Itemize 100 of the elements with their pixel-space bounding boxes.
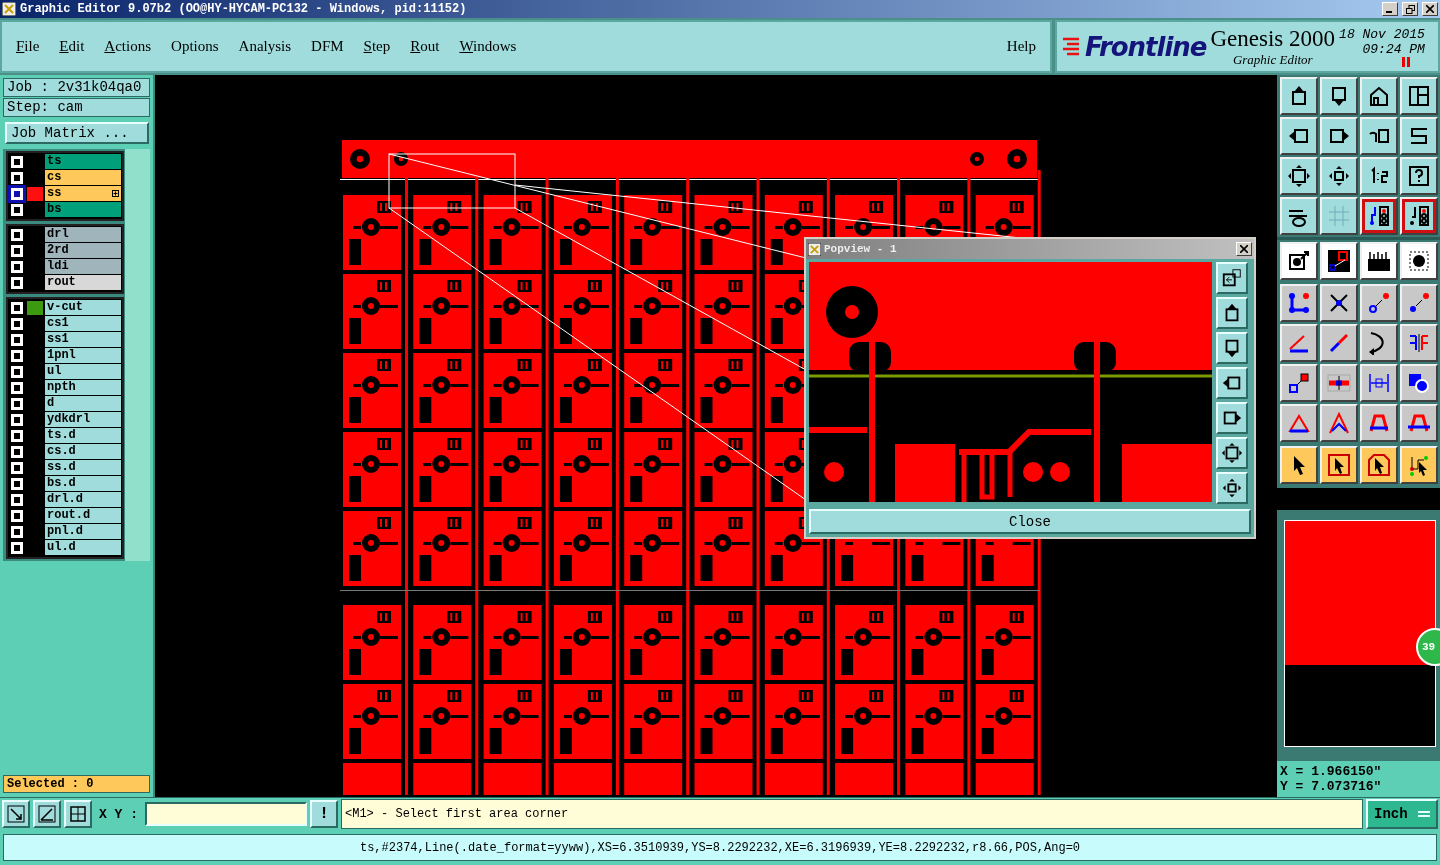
- close-button[interactable]: [1236, 242, 1252, 256]
- toolbar-button[interactable]: [1360, 364, 1398, 402]
- view-tool-button[interactable]: [1216, 402, 1248, 434]
- toolbar-button[interactable]: [1400, 364, 1438, 402]
- toolbar-button[interactable]: [1400, 404, 1438, 442]
- restore-button[interactable]: [1402, 2, 1418, 16]
- toolbar-button[interactable]: [1400, 284, 1438, 322]
- layer-name[interactable]: ts.d: [45, 428, 121, 443]
- layer-name[interactable]: 1pnl: [45, 348, 121, 363]
- toolbar-button[interactable]: [1400, 77, 1438, 115]
- close-button[interactable]: Close: [809, 509, 1251, 534]
- toolbar-button[interactable]: [1320, 242, 1358, 280]
- layer-name[interactable]: ss1: [45, 332, 121, 347]
- close-button[interactable]: [1422, 2, 1438, 16]
- toolbar-button[interactable]: [1280, 284, 1318, 322]
- menu-item[interactable]: Analysis: [238, 38, 292, 55]
- layer-name[interactable]: pnl.d: [45, 524, 121, 539]
- toolbar-button[interactable]: [1360, 117, 1398, 155]
- layer-name[interactable]: ldi: [45, 259, 121, 274]
- menu-item[interactable]: Rout: [410, 38, 440, 55]
- layer-name[interactable]: rout.d: [45, 508, 121, 523]
- work-layer-marker[interactable]: [11, 334, 23, 346]
- work-layer-marker[interactable]: [11, 382, 23, 394]
- toolbar-button[interactable]: [1320, 364, 1358, 402]
- minimize-button[interactable]: [1382, 2, 1398, 16]
- grid-button[interactable]: [64, 800, 92, 828]
- toolbar-button[interactable]: [1320, 157, 1358, 195]
- menu-item[interactable]: File: [16, 38, 40, 55]
- layer-name[interactable]: ydkdrl: [45, 412, 121, 427]
- graphics-canvas[interactable]: Popview - 1 Close: [155, 75, 1277, 797]
- toolbar-button[interactable]: [1320, 117, 1358, 155]
- view-tool-button[interactable]: [1216, 472, 1248, 504]
- toolbar-button[interactable]: [1360, 446, 1398, 484]
- work-layer-marker[interactable]: [11, 414, 23, 426]
- view-tool-button[interactable]: [1216, 437, 1248, 469]
- toolbar-button[interactable]: [1360, 197, 1398, 235]
- toolbar-button[interactable]: [1280, 404, 1318, 442]
- angle-button[interactable]: [33, 800, 61, 828]
- layer-name[interactable]: bs.d: [45, 476, 121, 491]
- layer-name[interactable]: cs: [45, 170, 121, 185]
- work-layer-marker[interactable]: [11, 350, 23, 362]
- layer-name[interactable]: 2rd: [45, 243, 121, 258]
- toolbar-button[interactable]: [1360, 324, 1398, 362]
- toolbar-button[interactable]: [1360, 157, 1398, 195]
- units-dropdown[interactable]: Inch: [1366, 799, 1438, 829]
- toolbar-button[interactable]: [1280, 197, 1318, 235]
- layer-name[interactable]: d: [45, 396, 121, 411]
- work-layer-marker[interactable]: [11, 446, 23, 458]
- toolbar-button[interactable]: [1320, 197, 1358, 235]
- toolbar-button[interactable]: [1320, 446, 1358, 484]
- toolbar-button[interactable]: [1280, 242, 1318, 280]
- work-layer-marker[interactable]: [11, 204, 23, 216]
- toolbar-button[interactable]: [1360, 404, 1398, 442]
- toolbar-button[interactable]: [1400, 446, 1438, 484]
- toolbar-button[interactable]: [1280, 157, 1318, 195]
- menu-item[interactable]: Edit: [59, 38, 85, 55]
- view-tool-button[interactable]: [1216, 332, 1248, 364]
- work-layer-marker[interactable]: [11, 494, 23, 506]
- toolbar-button[interactable]: [1360, 77, 1398, 115]
- layer-name[interactable]: ul: [45, 364, 121, 379]
- layer-name[interactable]: drl: [45, 227, 121, 242]
- work-layer-marker[interactable]: [11, 462, 23, 474]
- layer-name[interactable]: npth: [45, 380, 121, 395]
- view-tool-button[interactable]: [1216, 367, 1248, 399]
- layer-name[interactable]: rout: [45, 275, 121, 290]
- toolbar-button[interactable]: [1400, 324, 1438, 362]
- work-layer-marker[interactable]: [11, 172, 23, 184]
- view-tool-button[interactable]: [1216, 297, 1248, 329]
- xy-input-field[interactable]: [145, 802, 307, 826]
- work-layer-marker[interactable]: [11, 430, 23, 442]
- layer-name[interactable]: v-cut: [45, 300, 121, 315]
- layer-name[interactable]: ss.d: [45, 460, 121, 475]
- work-layer-marker[interactable]: [11, 398, 23, 410]
- work-layer-marker[interactable]: [11, 366, 23, 378]
- menu-item[interactable]: Actions: [104, 38, 152, 55]
- layer-name[interactable]: drl.d: [45, 492, 121, 507]
- menu-item[interactable]: Options: [171, 38, 219, 55]
- toolbar-button[interactable]: [1280, 364, 1318, 402]
- work-layer-marker[interactable]: [11, 510, 23, 522]
- toolbar-button[interactable]: [1400, 157, 1438, 195]
- menu-item[interactable]: Help: [1006, 38, 1036, 55]
- toolbar-button[interactable]: [1400, 117, 1438, 155]
- toolbar-button[interactable]: [1400, 197, 1438, 235]
- toolbar-button[interactable]: [1280, 117, 1318, 155]
- menu-item[interactable]: Step: [363, 38, 391, 55]
- toolbar-button[interactable]: [1360, 284, 1398, 322]
- toolbar-button[interactable]: [1280, 77, 1318, 115]
- alert-button[interactable]: !: [310, 800, 338, 828]
- view-tool-button[interactable]: [1216, 262, 1248, 294]
- work-layer-marker[interactable]: [11, 261, 23, 273]
- toolbar-button[interactable]: [1320, 404, 1358, 442]
- work-layer-marker[interactable]: [11, 478, 23, 490]
- work-layer-marker[interactable]: [11, 156, 23, 168]
- toolbar-button[interactable]: [1360, 242, 1398, 280]
- layer-name[interactable]: ul.d: [45, 540, 121, 555]
- toolbar-button[interactable]: [1320, 324, 1358, 362]
- layer-name[interactable]: cs.d: [45, 444, 121, 459]
- work-layer-marker[interactable]: [11, 302, 23, 314]
- work-layer-marker[interactable]: [11, 526, 23, 538]
- layer-name[interactable]: bs: [45, 202, 121, 217]
